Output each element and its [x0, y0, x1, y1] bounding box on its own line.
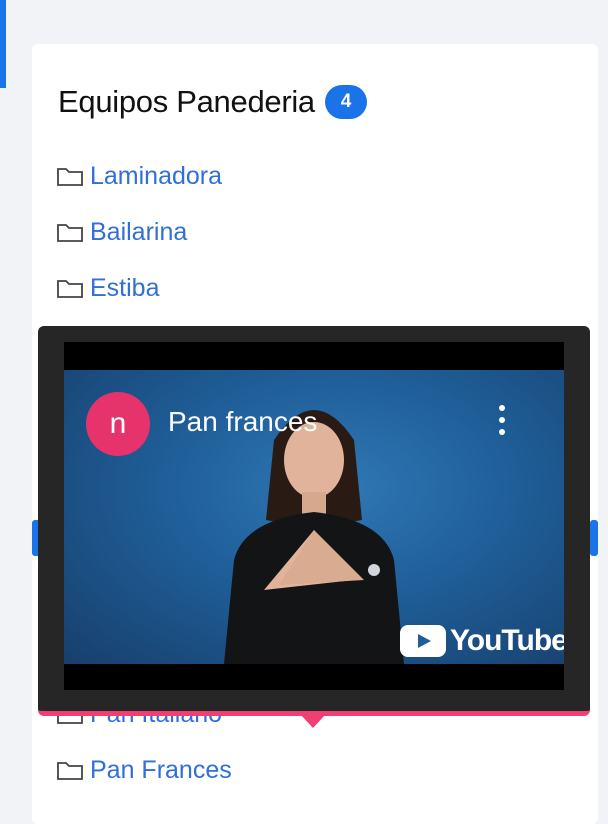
youtube-logo[interactable]: YouTube — [400, 624, 564, 658]
folder-item-label: Estiba — [90, 273, 160, 302]
folder-item-label: Bailarina — [90, 217, 188, 246]
popover-arrow — [300, 714, 326, 728]
folder-icon — [57, 280, 83, 298]
folder-item-label: Laminadora — [90, 161, 223, 190]
channel-avatar[interactable]: n — [86, 392, 150, 456]
youtube-wordmark: YouTube — [450, 624, 564, 657]
folder-item-bailarina[interactable]: Bailarina — [56, 204, 222, 260]
card-title-text: Equipos Panederia — [58, 84, 315, 119]
card-title: Equipos Panederia 4 — [58, 84, 367, 120]
video-frame[interactable]: n Pan frances YouTube — [64, 370, 564, 664]
count-badge: 4 — [324, 85, 367, 119]
left-accent-bar — [0, 0, 6, 88]
folder-icon — [57, 224, 83, 242]
video-title[interactable]: Pan frances — [168, 406, 317, 438]
youtube-video-player[interactable]: n Pan frances YouTube — [64, 342, 564, 690]
folder-item-label: Pan Frances — [90, 755, 232, 784]
folder-item-laminadora[interactable]: Laminadora — [56, 148, 222, 204]
folder-icon — [57, 762, 83, 780]
folder-icon — [57, 168, 83, 186]
folder-item-estiba[interactable]: Estiba — [56, 260, 222, 316]
blue-edge-right — [590, 520, 598, 556]
youtube-play-icon — [400, 625, 446, 657]
video-popover: n Pan frances YouTube — [38, 326, 590, 716]
folder-item-pan-frances[interactable]: Pan Frances — [56, 742, 232, 798]
more-vertical-icon[interactable] — [494, 400, 510, 440]
